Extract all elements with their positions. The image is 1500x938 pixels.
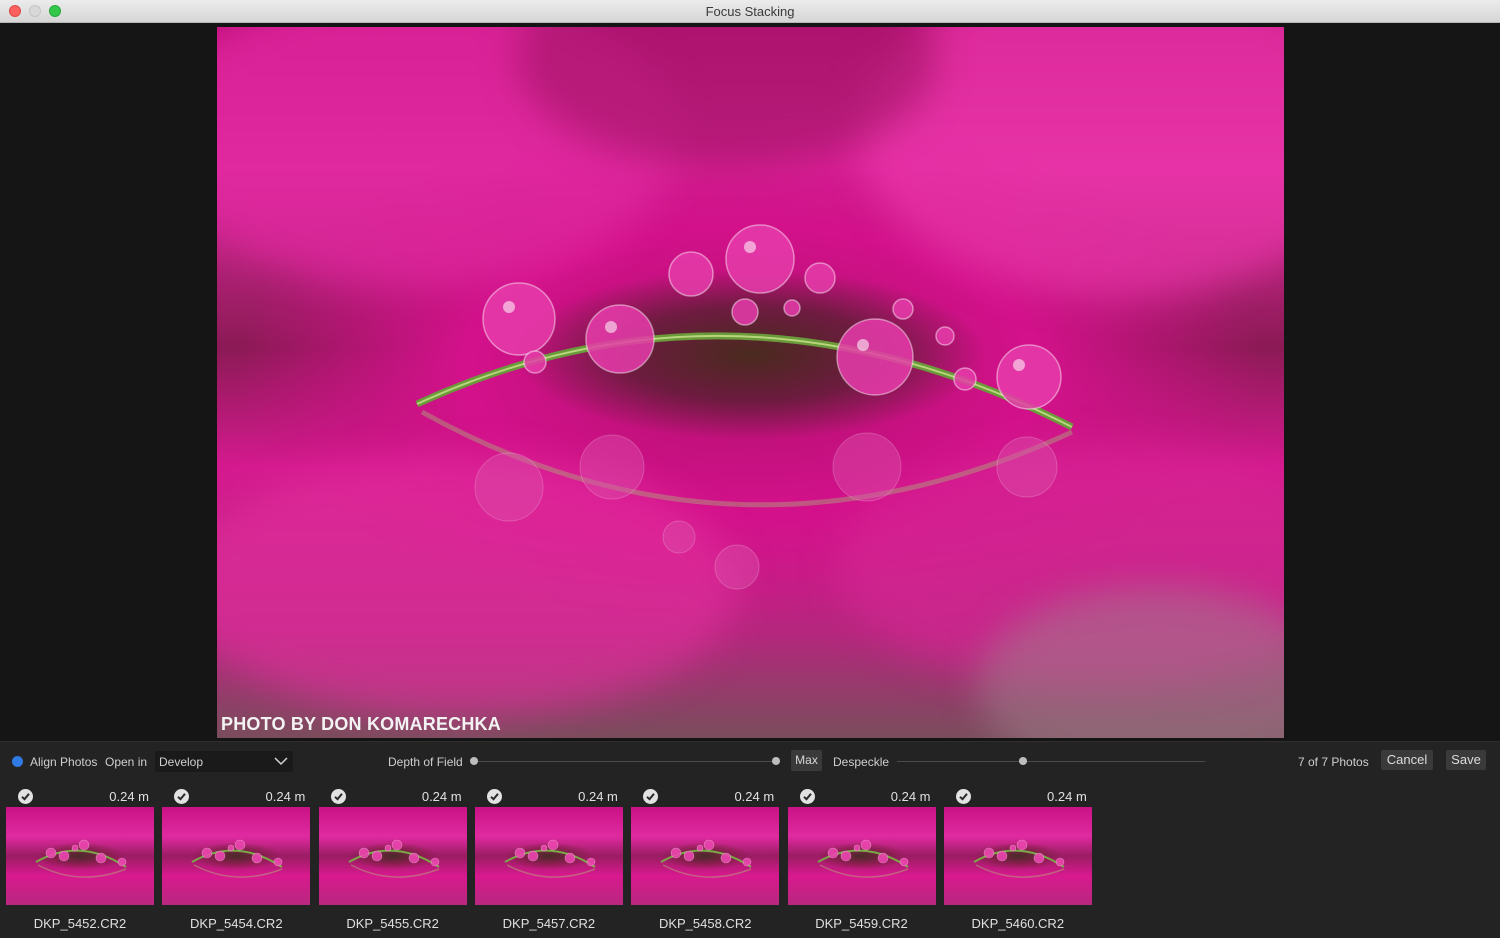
filmstrip-thumbnail[interactable]: 0.24 m DKP_5460.CR2	[943, 780, 1092, 938]
thumbnail-image[interactable]	[318, 807, 467, 905]
window-title: Focus Stacking	[705, 4, 795, 19]
focus-distance: 0.24 m	[109, 789, 149, 804]
thumbnail-filename: DKP_5452.CR2	[33, 916, 127, 931]
checkmark-icon[interactable]	[18, 789, 33, 804]
thumbnail-stem-graphic	[660, 839, 752, 878]
checkmark-icon[interactable]	[643, 789, 659, 804]
depth-of-field-slider-knob[interactable]	[772, 757, 780, 765]
filmstrip-thumbnail[interactable]: 0.24 m DKP_5455.CR2	[318, 780, 467, 938]
cancel-button[interactable]: Cancel	[1381, 750, 1433, 770]
title-bar: Focus Stacking	[0, 0, 1500, 23]
checkmark-icon[interactable]	[955, 789, 971, 804]
check-glyph-icon	[21, 793, 30, 801]
thumbnail-filename: DKP_5454.CR2	[190, 916, 283, 931]
thumbnail-image[interactable]	[474, 807, 623, 905]
thumbnail-filename: DKP_5455.CR2	[346, 916, 439, 931]
thumbnail-filename: DKP_5457.CR2	[502, 916, 596, 931]
photo-credit-watermark: PHOTO BY DON KOMARECHKA	[221, 714, 501, 734]
focus-distance: 0.24 m	[1047, 789, 1087, 804]
depth-of-field-label: Depth of Field	[388, 755, 463, 769]
open-in-label: Open in	[105, 755, 148, 769]
filmstrip-thumbnail[interactable]: 0.24 m DKP_5458.CR2	[631, 780, 780, 938]
thumbnail-stem-graphic	[348, 839, 440, 878]
thumbnail-stem-graphic	[191, 839, 283, 878]
thumbnail-image[interactable]	[6, 807, 154, 905]
focus-distance: 0.24 m	[734, 789, 775, 804]
filmstrip-thumbnail[interactable]: 0.24 m DKP_5459.CR2	[787, 780, 936, 938]
stem-with-droplets-graphic	[415, 224, 1074, 590]
despeckle-slider-knob[interactable]	[1019, 757, 1028, 765]
stacked-photo-preview[interactable]: PHOTO BY DON KOMARECHKA	[217, 27, 1284, 738]
photo-count: 7 of 7 Photos	[1298, 755, 1369, 769]
open-in-dropdown[interactable]: Develop	[155, 751, 293, 772]
checkmark-icon[interactable]	[799, 789, 815, 804]
open-in-value: Develop	[159, 755, 204, 769]
check-glyph-icon	[646, 793, 655, 801]
max-button[interactable]: Max	[791, 750, 822, 771]
control-bar: Align Photos Open in Develop Depth of Fi…	[0, 741, 1500, 780]
thumbnail-stem-graphic	[973, 839, 1065, 878]
despeckle-label: Despeckle	[833, 755, 890, 769]
focus-distance: 0.24 m	[578, 789, 618, 804]
check-glyph-icon	[959, 793, 968, 801]
focus-distance: 0.24 m	[890, 789, 931, 804]
despeckle-slider-track[interactable]	[897, 761, 1205, 762]
filmstrip-thumbnail[interactable]: 0.24 m DKP_5452.CR2	[6, 780, 154, 938]
thumbnail-stem-graphic	[817, 839, 909, 878]
thumbnail-filename: DKP_5458.CR2	[658, 916, 752, 931]
thumbnail-image[interactable]	[943, 807, 1092, 905]
preview-area: PHOTO BY DON KOMARECHKA	[0, 23, 1500, 741]
focus-distance: 0.24 m	[265, 789, 306, 804]
thumbnail-filename: DKP_5459.CR2	[815, 916, 908, 931]
thumbnail-filename: DKP_5460.CR2	[971, 916, 1065, 931]
filmstrip: 0.24 m DKP_5452.CR2 0.24 m DKP_5454.CR2 0.24…	[0, 780, 1500, 938]
thumbnail-image[interactable]	[787, 807, 936, 905]
depth-of-field-slider-min-knob[interactable]	[470, 757, 478, 765]
align-photos-radio[interactable]	[12, 756, 23, 767]
check-glyph-icon	[802, 793, 812, 801]
check-glyph-icon	[490, 793, 499, 801]
checkmark-icon[interactable]	[174, 789, 190, 804]
thumbnail-stem-graphic	[504, 839, 596, 878]
thumbnail-image[interactable]	[162, 807, 311, 905]
save-button[interactable]: Save	[1446, 750, 1486, 770]
thumbnail-stem-graphic	[35, 839, 127, 878]
focus-distance: 0.24 m	[421, 789, 462, 804]
check-glyph-icon	[333, 793, 343, 801]
check-glyph-icon	[177, 793, 187, 801]
depth-of-field-slider-track[interactable]	[474, 761, 776, 762]
checkmark-icon[interactable]	[330, 789, 346, 804]
align-photos-label[interactable]: Align Photos	[30, 755, 97, 769]
checkmark-icon[interactable]	[486, 789, 502, 804]
thumbnail-image[interactable]	[631, 807, 780, 905]
filmstrip-thumbnail[interactable]: 0.24 m DKP_5457.CR2	[474, 780, 623, 938]
chevron-down-icon	[274, 757, 288, 766]
filmstrip-thumbnail[interactable]: 0.24 m DKP_5454.CR2	[162, 780, 311, 938]
